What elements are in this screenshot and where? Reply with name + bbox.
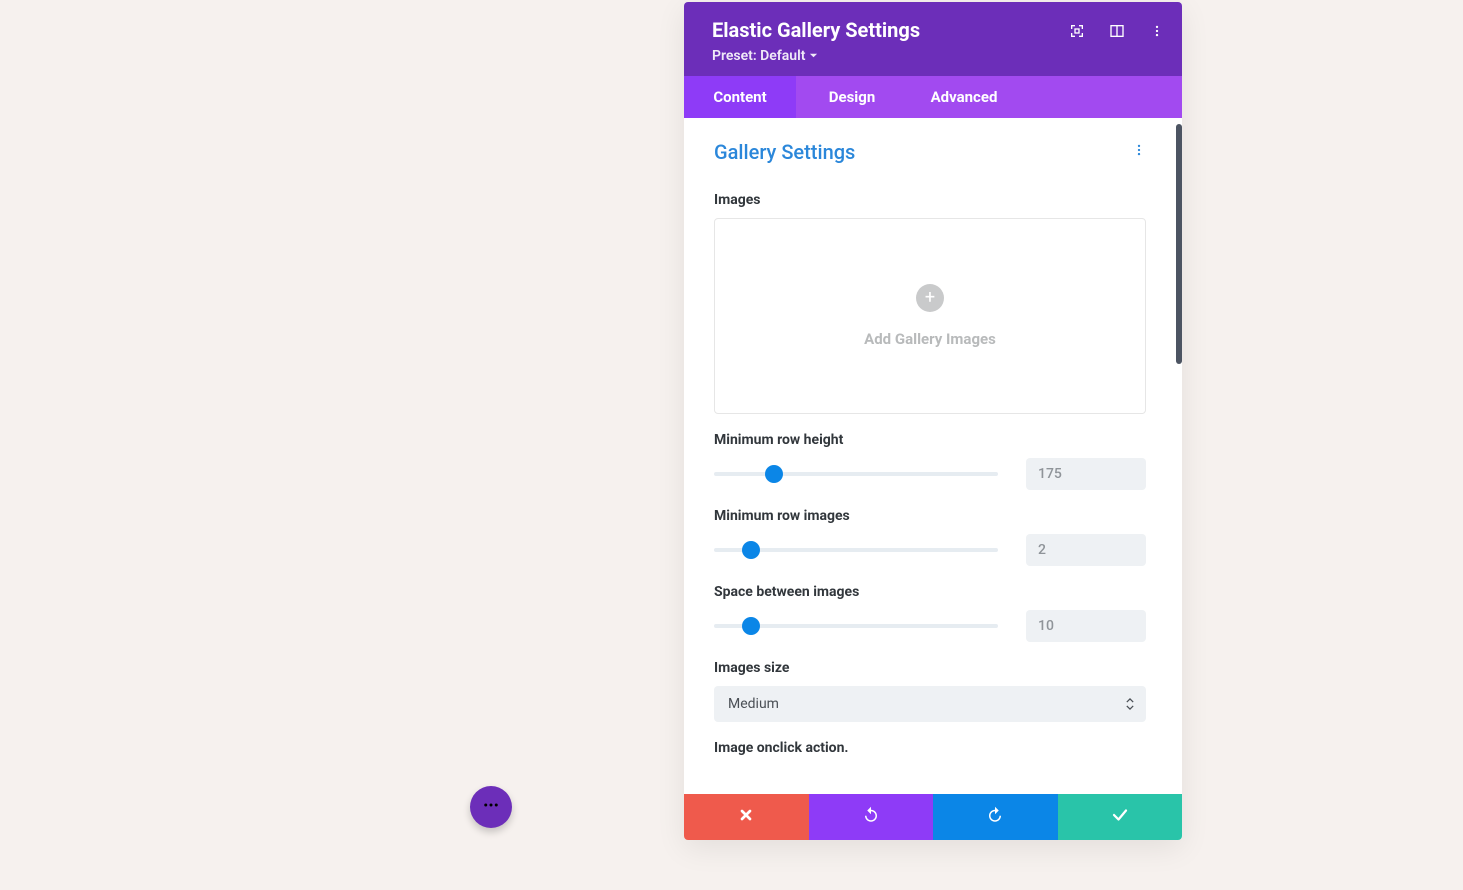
tab-content[interactable]: Content [684, 76, 796, 118]
check-icon [1111, 806, 1129, 828]
panel-header: Elastic Gallery Settings Preset: Default [684, 2, 1182, 76]
add-images-box[interactable]: + Add Gallery Images [714, 218, 1146, 414]
space-between-label: Space between images [714, 584, 1146, 600]
header-icons [1068, 22, 1166, 40]
tab-advanced[interactable]: Advanced [908, 76, 1020, 118]
min-row-height-value[interactable]: 175 [1026, 458, 1146, 490]
section-title: Gallery Settings [714, 140, 855, 164]
slider-thumb[interactable] [765, 465, 783, 483]
redo-button[interactable] [933, 794, 1058, 840]
space-between-value[interactable]: 10 [1026, 610, 1146, 642]
redo-icon [986, 806, 1004, 828]
min-row-height-slider[interactable] [714, 465, 998, 483]
settings-panel: Elastic Gallery Settings Preset: Default… [684, 2, 1182, 840]
scrollbar-thumb[interactable] [1176, 124, 1182, 364]
kebab-icon[interactable] [1148, 22, 1166, 40]
columns-icon[interactable] [1108, 22, 1126, 40]
page-settings-fab[interactable] [470, 786, 512, 828]
ellipsis-icon [482, 796, 500, 818]
onclick-action-label: Image onclick action. [714, 740, 1146, 756]
cancel-button[interactable] [684, 794, 809, 840]
panel-footer [684, 794, 1182, 840]
confirm-button[interactable] [1058, 794, 1183, 840]
panel-scroll[interactable]: Gallery Settings Images + Add Gallery Im… [684, 118, 1176, 794]
section-header: Gallery Settings [714, 118, 1146, 174]
preset-dropdown[interactable]: Preset: Default [712, 48, 1154, 64]
min-row-images-value[interactable]: 2 [1026, 534, 1146, 566]
space-between-control: 10 [714, 610, 1146, 642]
images-label: Images [714, 192, 1146, 208]
slider-track [714, 472, 998, 476]
expand-icon[interactable] [1068, 22, 1086, 40]
undo-button[interactable] [809, 794, 934, 840]
slider-thumb[interactable] [742, 541, 760, 559]
min-row-height-control: 175 [714, 458, 1146, 490]
tab-design[interactable]: Design [796, 76, 908, 118]
images-size-label: Images size [714, 660, 1146, 676]
preset-label: Preset: Default [712, 48, 805, 64]
panel-body: Gallery Settings Images + Add Gallery Im… [684, 118, 1182, 794]
min-row-images-control: 2 [714, 534, 1146, 566]
min-row-images-slider[interactable] [714, 541, 998, 559]
close-icon [738, 807, 754, 827]
plus-icon: + [916, 284, 944, 312]
space-between-slider[interactable] [714, 617, 998, 635]
section-menu-icon[interactable] [1132, 142, 1146, 162]
caret-down-icon [809, 48, 818, 64]
select-chevron-icon [1126, 698, 1134, 710]
add-images-text: Add Gallery Images [864, 330, 996, 348]
images-size-select[interactable]: Medium [714, 686, 1146, 722]
tabs: Content Design Advanced [684, 76, 1182, 118]
images-size-value: Medium [728, 696, 779, 712]
slider-thumb[interactable] [742, 617, 760, 635]
undo-icon [862, 806, 880, 828]
min-row-height-label: Minimum row height [714, 432, 1146, 448]
min-row-images-label: Minimum row images [714, 508, 1146, 524]
